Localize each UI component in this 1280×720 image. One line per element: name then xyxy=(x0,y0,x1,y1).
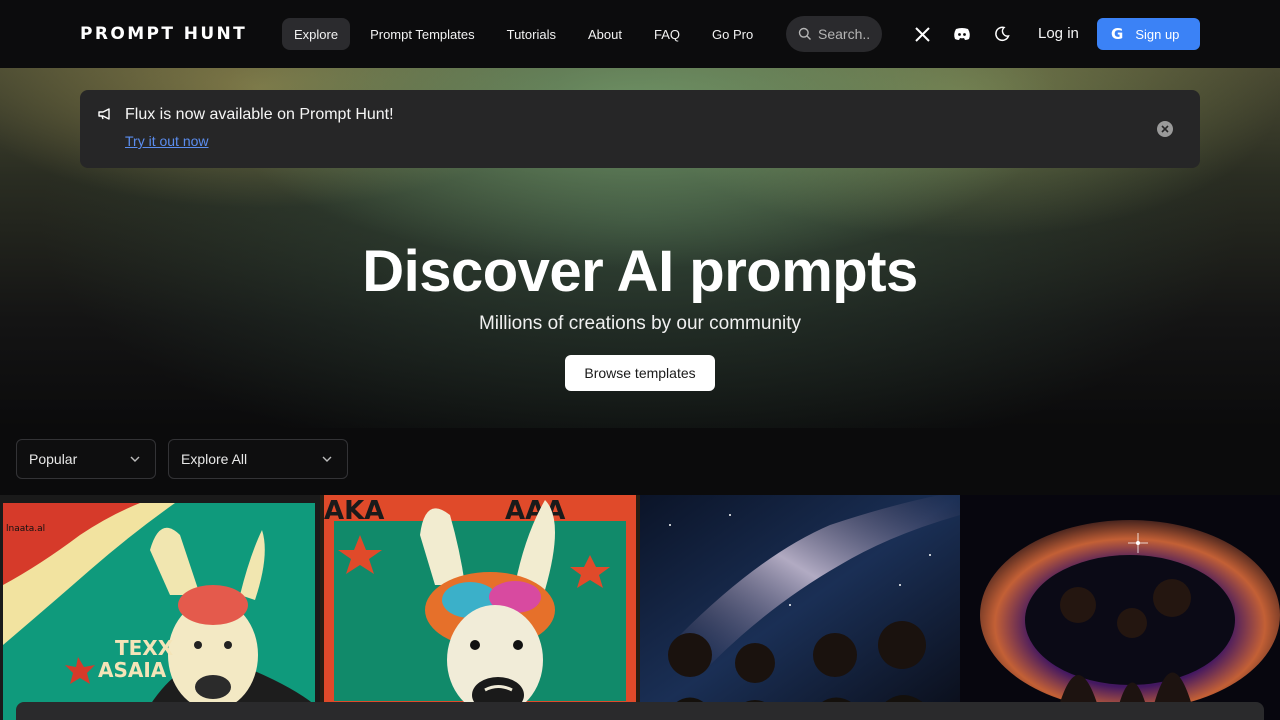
nav-link-go-pro[interactable]: Go Pro xyxy=(700,18,765,50)
sort-select[interactable]: Popular xyxy=(16,439,156,479)
search-box[interactable] xyxy=(786,16,882,52)
svg-text:TEXX: TEXX xyxy=(115,636,174,660)
close-circle-icon[interactable] xyxy=(1157,121,1173,137)
colorful-llama-image: AKA AAA xyxy=(320,495,640,720)
announcement-banner: Flux is now available on Prompt Hunt! Tr… xyxy=(80,90,1200,168)
megaphone-icon xyxy=(98,108,110,120)
google-icon: G xyxy=(1111,25,1124,43)
x-twitter-icon[interactable] xyxy=(910,22,934,46)
main-nav: Explore Prompt Templates Tutorials About… xyxy=(282,18,773,50)
nav-link-about[interactable]: About xyxy=(576,18,634,50)
sort-select-value: Popular xyxy=(29,451,78,467)
signup-button[interactable]: G Sign up xyxy=(1097,18,1200,50)
chevron-down-icon xyxy=(322,456,332,462)
bottom-panel xyxy=(16,702,1264,720)
nav-link-tutorials[interactable]: Tutorials xyxy=(495,18,568,50)
svg-text:AKA: AKA xyxy=(324,496,384,526)
cosmic-heart-image xyxy=(960,495,1280,720)
search-icon xyxy=(798,27,811,40)
category-select-value: Explore All xyxy=(181,451,248,467)
gallery-tile[interactable] xyxy=(960,495,1280,720)
discord-icon[interactable] xyxy=(950,22,974,46)
nav-link-explore[interactable]: Explore xyxy=(282,18,351,50)
hero-title: Discover AI prompts xyxy=(362,239,918,304)
tile-text: lnaata.al xyxy=(6,524,45,534)
banner-title: Flux is now available on Prompt Hunt! xyxy=(125,106,394,123)
galaxy-people-image xyxy=(640,495,960,720)
llama-poster-image: lnaata.al TEXX ASAIA xyxy=(0,495,320,720)
image-gallery: lnaata.al TEXX ASAIA AKA AAA xyxy=(0,495,1280,720)
hero-subtitle: Millions of creations by our community xyxy=(478,313,802,334)
gallery-tile[interactable]: AKA AAA xyxy=(320,495,640,720)
site-logo[interactable]: PROMPT HUNT xyxy=(80,24,247,44)
category-select[interactable]: Explore All xyxy=(168,439,348,479)
chevron-down-icon xyxy=(130,456,140,462)
signup-label: Sign up xyxy=(1135,26,1180,42)
gallery-tile[interactable] xyxy=(640,495,960,720)
top-navbar: PROMPT HUNT Explore Prompt Templates Tut… xyxy=(0,0,1280,68)
svg-text:ASAIA: ASAIA xyxy=(98,658,167,682)
browse-templates-button[interactable]: Browse templates xyxy=(565,355,715,391)
gallery-tile[interactable]: lnaata.al TEXX ASAIA xyxy=(0,495,320,720)
nav-link-faq[interactable]: FAQ xyxy=(642,18,692,50)
moon-icon[interactable] xyxy=(990,22,1014,46)
banner-link[interactable]: Try it out now xyxy=(125,133,209,149)
search-input[interactable] xyxy=(818,26,878,42)
login-link[interactable]: Log in xyxy=(1038,25,1079,42)
nav-link-prompt-templates[interactable]: Prompt Templates xyxy=(358,18,487,50)
